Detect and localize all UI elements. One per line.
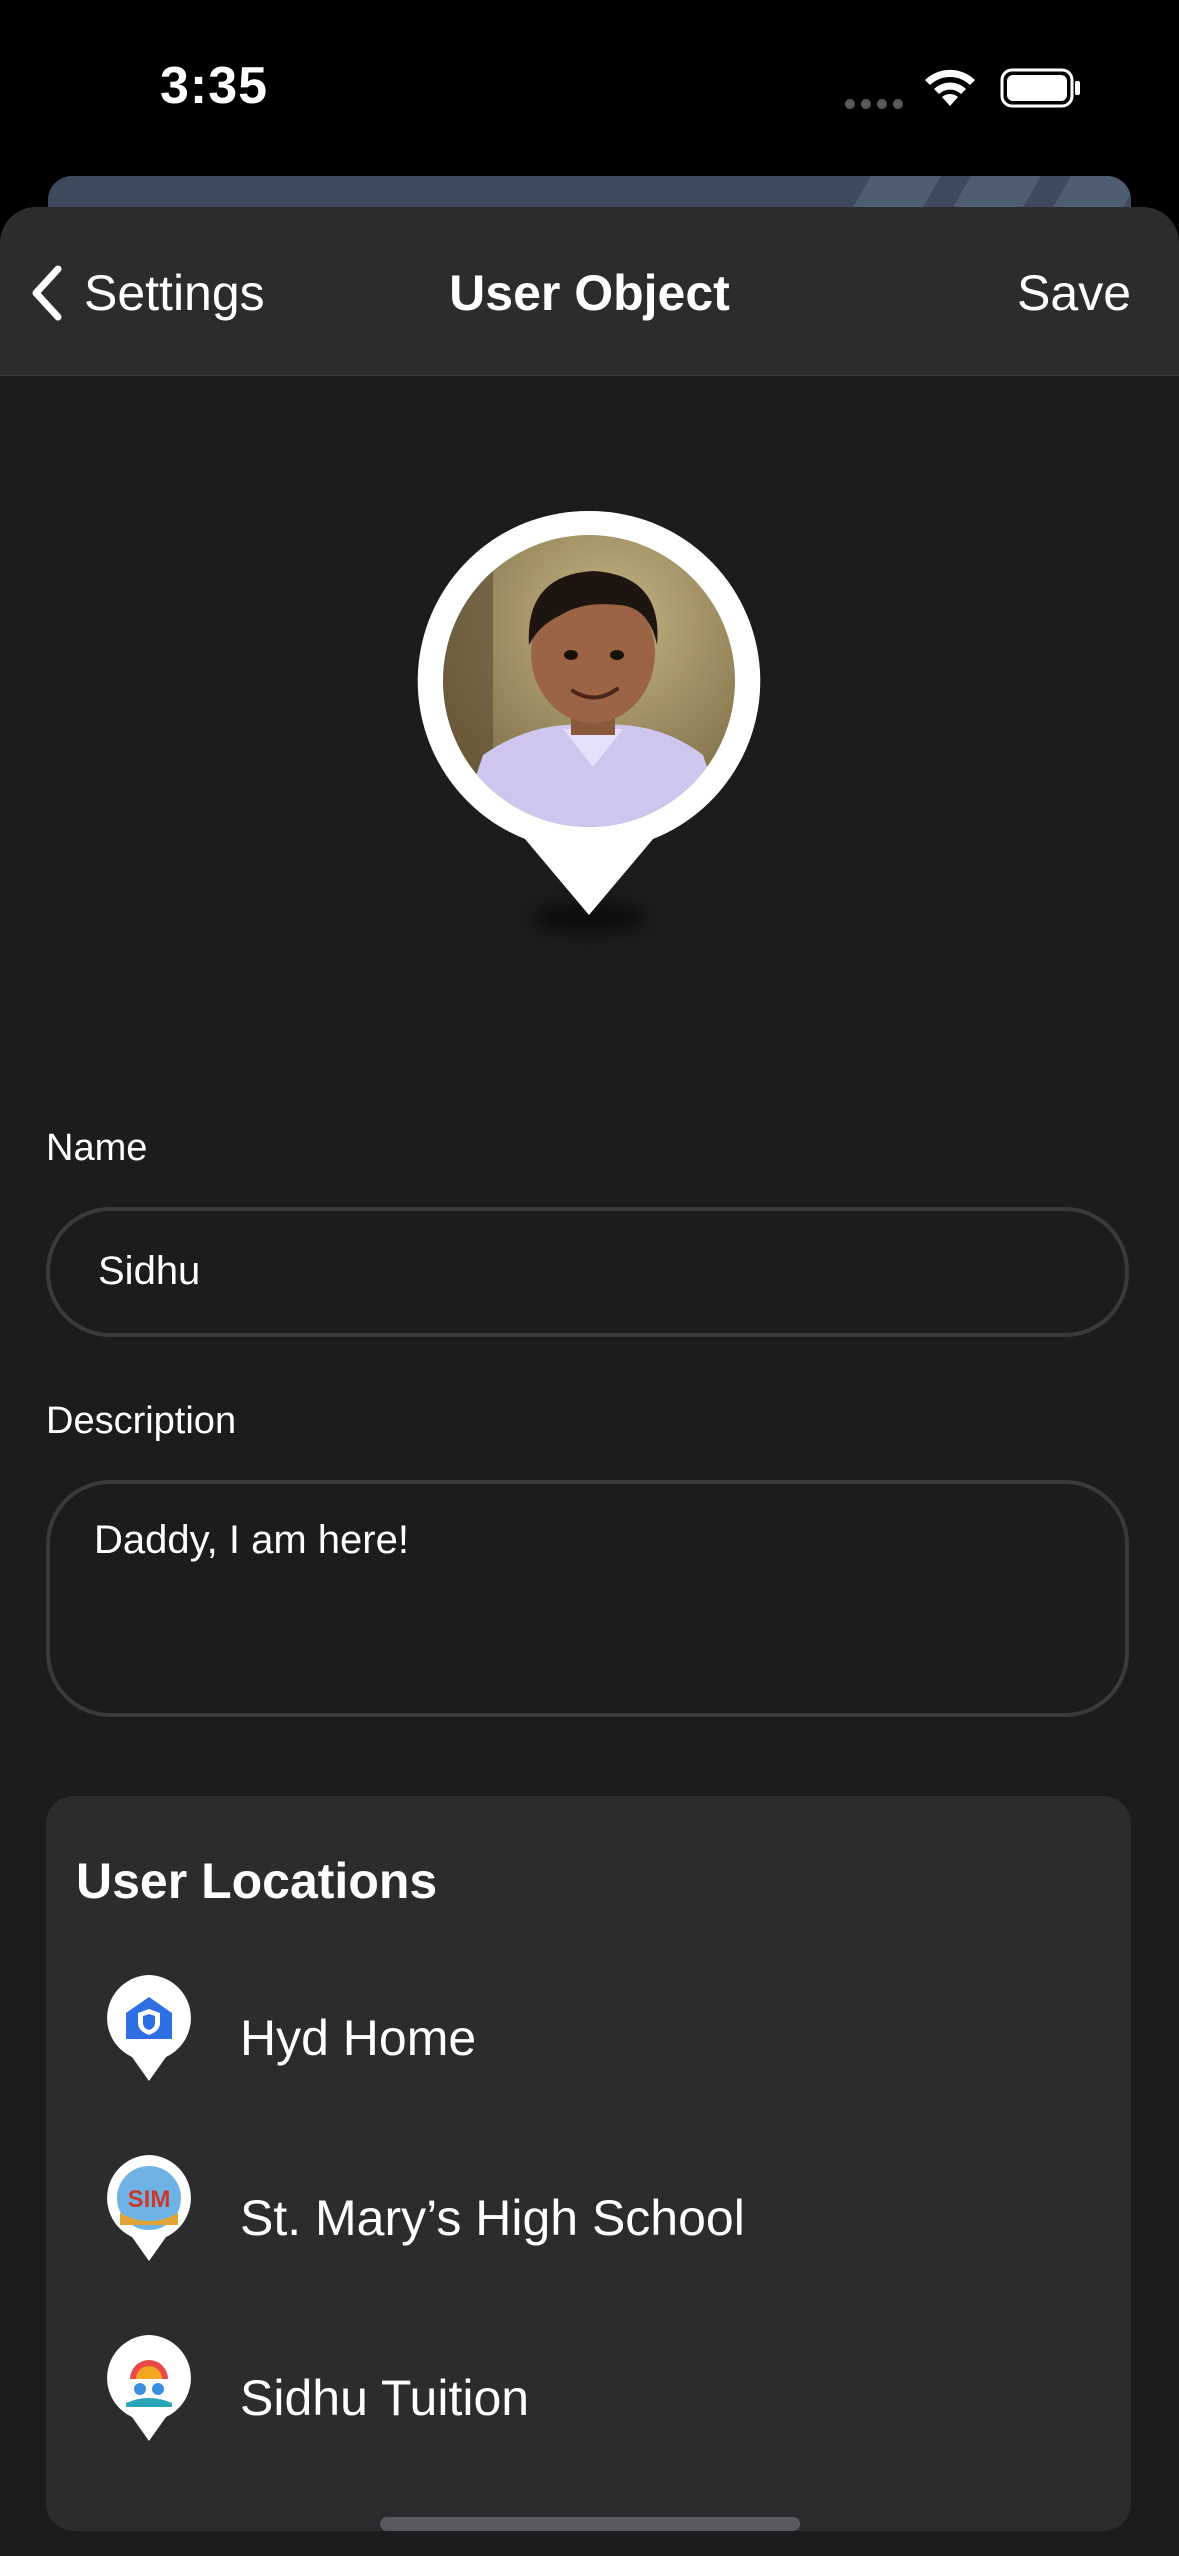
name-label: Name <box>46 1127 148 1169</box>
user-object-sheet: Settings User Object Save Name Sidhu Des… <box>0 207 1179 2556</box>
navigation-bar: Settings User Object Save <box>0 207 1179 376</box>
description-field[interactable]: Daddy, I am here! <box>46 1480 1129 1717</box>
user-locations-title: User Locations <box>76 1853 438 1909</box>
battery-icon <box>1000 68 1080 108</box>
home-indicator[interactable] <box>380 2517 800 2531</box>
description-label: Description <box>46 1400 237 1442</box>
location-item-st-marys-high-school[interactable]: SIM St. Mary’s High School <box>46 2153 1131 2303</box>
save-button[interactable]: Save <box>1017 263 1131 323</box>
school-logo-icon: SIM <box>107 2155 191 2261</box>
tuition-logo-icon <box>107 2335 191 2441</box>
page-title: User Object <box>449 265 730 321</box>
cellular-signal-icon <box>845 96 909 114</box>
avatar-photo <box>417 510 761 915</box>
svg-text:SIM: SIM <box>128 2186 171 2213</box>
location-item-hyd-home[interactable]: Hyd Home <box>46 1973 1131 2123</box>
avatar-pin[interactable] <box>413 505 765 935</box>
location-item-sidhu-tuition[interactable]: Sidhu Tuition <box>46 2333 1131 2483</box>
status-bar: 3:35 <box>0 0 1179 170</box>
name-field[interactable]: Sidhu <box>46 1207 1129 1337</box>
status-time: 3:35 <box>160 57 269 115</box>
location-label: St. Mary’s High School <box>240 2190 745 2246</box>
home-shield-icon <box>107 1975 191 2081</box>
location-label: Hyd Home <box>240 2010 477 2066</box>
location-label: Sidhu Tuition <box>240 2370 530 2426</box>
user-locations-card: User Locations Hyd Home SIM St. Mary’s H… <box>46 1796 1131 2531</box>
wifi-icon <box>925 69 975 106</box>
